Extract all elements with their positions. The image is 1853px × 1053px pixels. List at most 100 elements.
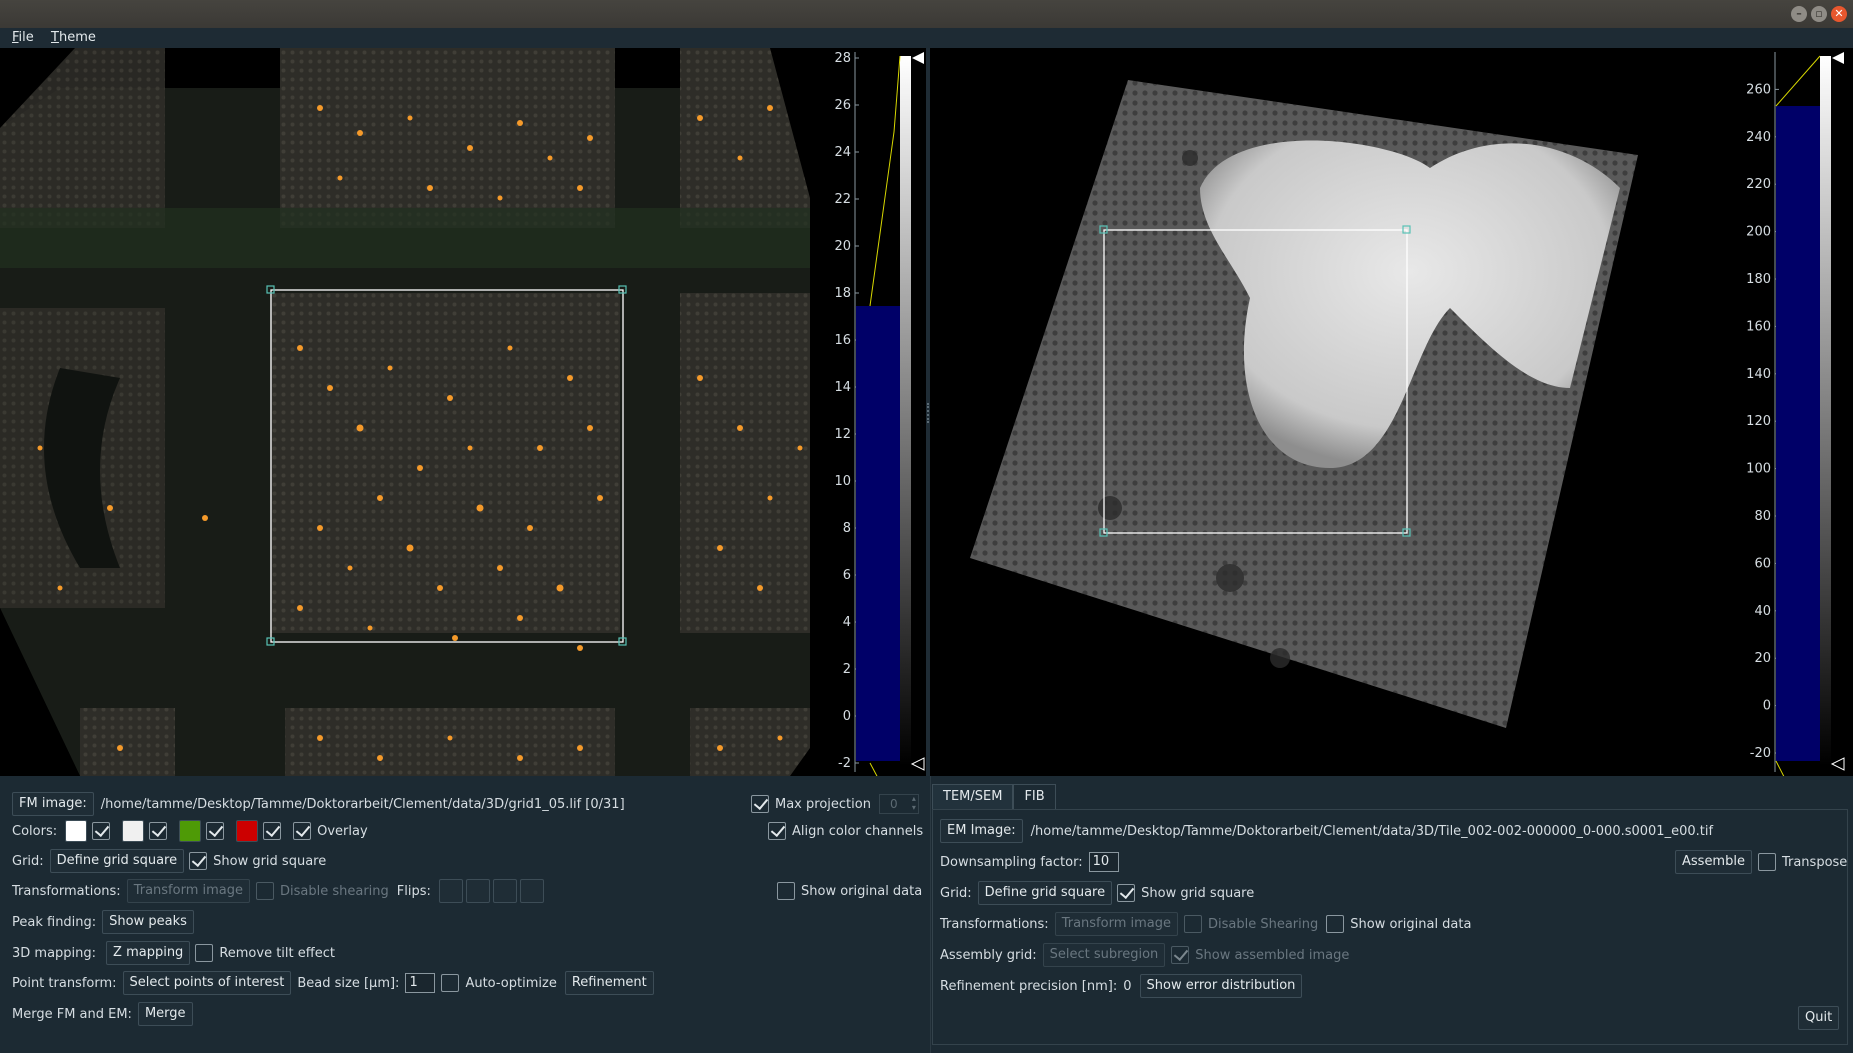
- histogram-tick-label: 28: [834, 51, 851, 66]
- remove-tilt-checkbox[interactable]: [195, 944, 214, 962]
- merge-label: Merge FM and EM:: [12, 1006, 132, 1022]
- transpose-icon[interactable]: [492, 879, 517, 903]
- window-titlebar: – ▫ ✕: [0, 0, 1853, 28]
- em-control-panel: EM Image: /home/tamme/Desktop/Tamme/Dokt…: [932, 809, 1848, 1045]
- fm-show-original-label: Show original data: [801, 883, 923, 899]
- color-swatch-3[interactable]: [179, 820, 202, 842]
- em-max-level-handle[interactable]: [1832, 52, 1844, 64]
- fm-define-grid-button[interactable]: Define grid square: [49, 849, 185, 873]
- histogram-tick-label: 12: [834, 427, 851, 442]
- fm-disable-shearing-checkbox[interactable]: [255, 882, 274, 900]
- histogram-tick-label: 20: [834, 239, 851, 254]
- em-image-view[interactable]: 280260240220200180160140120100806040200-…: [930, 48, 1853, 776]
- fm-image-canvas[interactable]: 2826242220181614121086420-2: [0, 48, 926, 776]
- close-button[interactable]: ✕: [1831, 6, 1847, 22]
- bead-size-label: Bead size [μm]:: [297, 975, 400, 991]
- flips-label: Flips:: [396, 883, 431, 899]
- bead-size-input[interactable]: 1: [405, 973, 436, 993]
- channel-4-checkbox[interactable]: [263, 822, 282, 840]
- slice-spinbox[interactable]: 0: [878, 794, 919, 814]
- em-image-canvas[interactable]: 280260240220200180160140120100806040200-…: [930, 48, 1853, 776]
- em-image-button[interactable]: EM Image:: [940, 819, 1023, 843]
- point-transform-label: Point transform:: [12, 975, 117, 991]
- histogram-tick-label: 260: [1746, 82, 1771, 97]
- auto-optimize-checkbox[interactable]: [441, 974, 460, 992]
- show-peaks-button[interactable]: Show peaks: [102, 910, 194, 934]
- rotate-icon[interactable]: [519, 879, 544, 903]
- flip-vertical-icon[interactable]: [465, 879, 490, 903]
- color-swatch-1[interactable]: [65, 820, 88, 842]
- em-image-path: /home/tamme/Desktop/Tamme/Doktorarbeit/C…: [1030, 823, 1714, 839]
- tab-fib[interactable]: FIB: [1013, 784, 1056, 810]
- fm-image-view[interactable]: 28 26 24 22 20 18 16 14 12 10 8 6 4 2 0 -2: [0, 48, 926, 776]
- refinement-button[interactable]: Refinement: [564, 971, 654, 995]
- histogram-tick-label: 220: [1746, 177, 1771, 192]
- em-transform-image-button[interactable]: Transform image: [1054, 912, 1178, 936]
- fm-show-grid-checkbox[interactable]: [189, 852, 208, 870]
- fm-image-path: /home/tamme/Desktop/Tamme/Doktorarbeit/C…: [100, 796, 625, 812]
- histogram-tick-label: 26: [834, 98, 851, 113]
- select-points-button[interactable]: Select points of interest: [122, 971, 292, 995]
- histogram-tick-label: 14: [834, 380, 851, 395]
- channel-1-checkbox[interactable]: [92, 822, 111, 840]
- histogram-tick-label: 22: [834, 192, 851, 207]
- channel-3-checkbox[interactable]: [206, 822, 225, 840]
- overlay-checkbox[interactable]: [293, 822, 312, 840]
- em-min-level-handle[interactable]: [1830, 757, 1845, 771]
- histogram-tick-label: 40: [1754, 604, 1771, 619]
- tab-tem-sem[interactable]: TEM/SEM: [932, 784, 1014, 810]
- channel-2-checkbox[interactable]: [149, 822, 168, 840]
- histogram-tick-label: 8: [843, 521, 851, 536]
- em-transformations-label: Transformations:: [940, 916, 1049, 932]
- histogram-tick-label: 240: [1746, 130, 1771, 145]
- color-swatch-4[interactable]: [236, 820, 259, 842]
- show-assembled-checkbox[interactable]: [1171, 946, 1190, 964]
- histogram-tick-label: 6: [843, 568, 851, 583]
- minimize-button[interactable]: –: [1791, 6, 1807, 22]
- show-error-button[interactable]: Show error distribution: [1139, 974, 1303, 998]
- fm-disable-shearing-label: Disable shearing: [279, 883, 389, 899]
- refinement-precision-label: Refinement precision [nm]:: [940, 978, 1118, 994]
- histogram-tick-label: -2: [838, 756, 851, 771]
- max-projection-label: Max projection: [775, 796, 871, 812]
- quit-button[interactable]: Quit: [1798, 1006, 1840, 1030]
- assemble-button[interactable]: Assemble: [1675, 850, 1752, 874]
- em-disable-shearing-checkbox[interactable]: [1183, 915, 1202, 933]
- fm-image-button[interactable]: FM image:: [12, 792, 94, 816]
- fm-transform-image-button[interactable]: Transform image: [126, 879, 250, 903]
- transpose-checkbox[interactable]: [1757, 853, 1776, 871]
- histogram-tick-label: 60: [1754, 556, 1771, 571]
- colors-label: Colors:: [12, 823, 58, 839]
- remove-tilt-label: Remove tilt effect: [219, 945, 335, 961]
- histogram-tick-label: 4: [843, 615, 851, 630]
- downsampling-input[interactable]: 10: [1088, 852, 1119, 872]
- menu-file[interactable]: File: [12, 30, 34, 45]
- align-channels-checkbox[interactable]: [768, 822, 786, 840]
- em-tabbar: TEM/SEM FIB: [932, 784, 1056, 810]
- histogram-tick-label: 280: [1746, 48, 1771, 50]
- transpose-label: Transpose: [1781, 854, 1848, 870]
- merge-button[interactable]: Merge: [137, 1002, 193, 1026]
- histogram-tick-label: 160: [1746, 319, 1771, 334]
- flip-horizontal-icon[interactable]: [438, 879, 463, 903]
- histogram-tick-label: 100: [1746, 462, 1771, 477]
- z-mapping-button[interactable]: Z mapping: [106, 941, 191, 965]
- histogram-tick-label: 200: [1746, 225, 1771, 240]
- maximize-button[interactable]: ▫: [1811, 6, 1827, 22]
- menu-theme[interactable]: Theme: [51, 30, 96, 45]
- color-swatch-2[interactable]: [122, 820, 145, 842]
- select-subregion-button[interactable]: Select subregion: [1042, 943, 1166, 967]
- align-channels-label: Align color channels: [792, 823, 924, 839]
- max-projection-checkbox[interactable]: [751, 795, 769, 813]
- fm-show-original-checkbox[interactable]: [777, 882, 795, 900]
- em-define-grid-button[interactable]: Define grid square: [977, 881, 1113, 905]
- em-show-grid-checkbox[interactable]: [1117, 884, 1136, 902]
- histogram-tick-label: 18: [834, 286, 851, 301]
- em-show-original-checkbox[interactable]: [1326, 915, 1345, 933]
- fm-control-panel: FM image: /home/tamme/Desktop/Tamme/Dokt…: [0, 776, 930, 1053]
- histogram-tick-label: -20: [1750, 746, 1771, 761]
- em-show-grid-label: Show grid square: [1141, 885, 1255, 901]
- 3d-mapping-label: 3D mapping:: [12, 945, 97, 961]
- em-histogram[interactable]: 280260240220200180160140120100806040200-…: [1746, 48, 1845, 776]
- histogram-tick-label: 24: [834, 145, 851, 160]
